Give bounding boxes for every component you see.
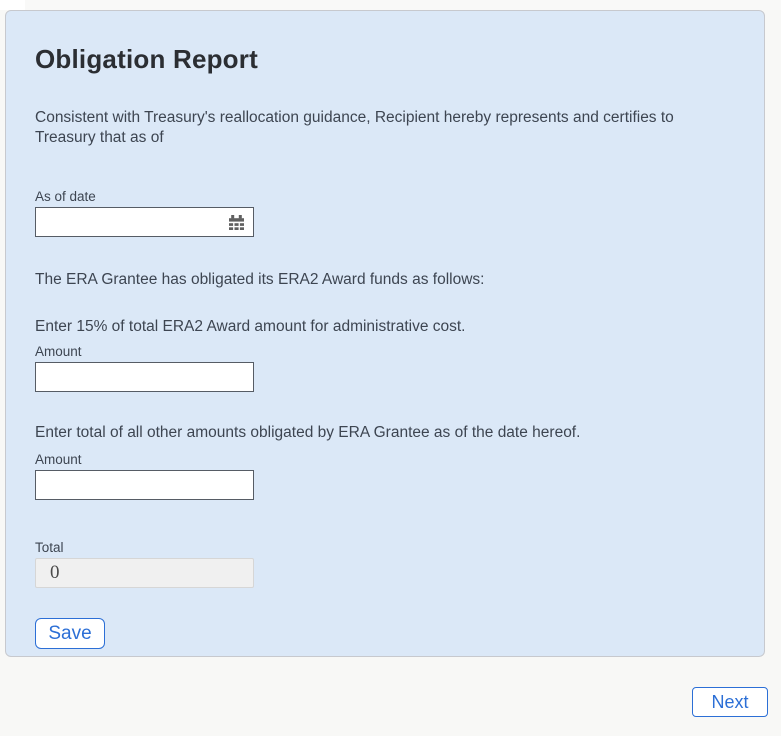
admin-amount-input[interactable]	[35, 362, 254, 393]
certification-intro-text: Consistent with Treasury's reallocation …	[35, 108, 674, 146]
page-top-strip	[0, 0, 781, 10]
as-of-date-label: As of date	[35, 188, 96, 204]
other-amount-label: Amount	[35, 452, 82, 468]
as-of-date-field	[35, 206, 254, 237]
admin-amount-label: Amount	[35, 344, 82, 360]
obligation-report-panel: Obligation Report Consistent with Treasu…	[5, 10, 765, 657]
other-amount-input[interactable]	[35, 470, 254, 501]
footer-actions: Next	[0, 687, 781, 717]
total-label: Total	[35, 540, 64, 556]
admin-cost-instruction-text: Enter 15% of total ERA2 Award amount for…	[35, 317, 466, 335]
total-input	[35, 558, 254, 589]
obligation-statement-text: The ERA Grantee has obligated its ERA2 A…	[35, 270, 485, 288]
next-button[interactable]: Next	[692, 687, 768, 717]
save-button[interactable]: Save	[35, 618, 105, 650]
as-of-date-input[interactable]	[35, 206, 254, 237]
page-title: Obligation Report	[35, 44, 258, 74]
other-amounts-instruction-text: Enter total of all other amounts obligat…	[35, 424, 581, 442]
